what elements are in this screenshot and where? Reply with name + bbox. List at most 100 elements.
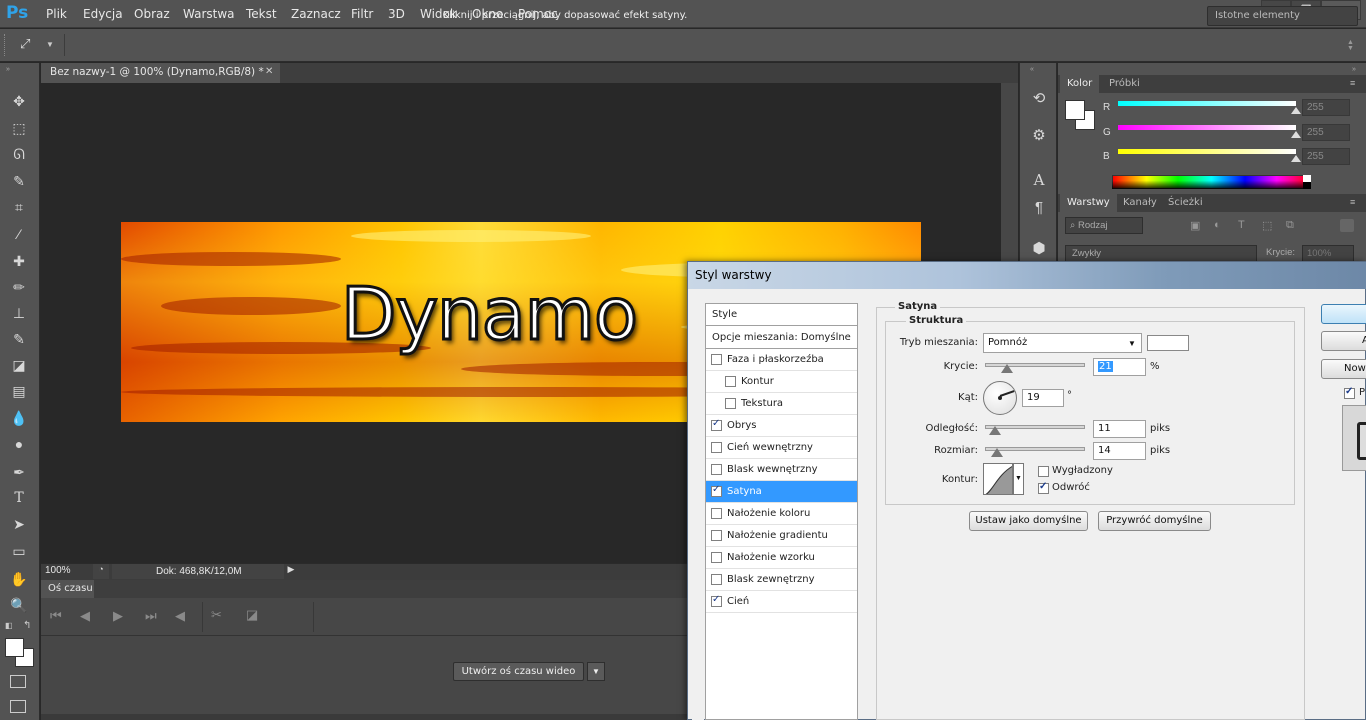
blue-slider-thumb[interactable] xyxy=(1291,155,1301,162)
zoom-field[interactable]: 100% xyxy=(43,564,91,579)
refresh-icon[interactable]: ◔ xyxy=(93,564,109,579)
style-item-2[interactable]: Tekstura xyxy=(706,393,857,415)
green-slider-thumb[interactable] xyxy=(1291,131,1301,138)
chevron-down-icon[interactable]: ▼ xyxy=(1128,339,1136,348)
styles-header[interactable]: Style xyxy=(706,304,857,326)
move-tool-icon[interactable]: ✥ xyxy=(8,90,30,112)
style-checkbox[interactable] xyxy=(725,376,736,387)
eraser-tool-icon[interactable]: ◪ xyxy=(8,354,30,376)
style-checkbox[interactable] xyxy=(711,530,722,541)
shape-filter-icon[interactable]: ⬚ xyxy=(1262,219,1272,232)
blue-slider[interactable] xyxy=(1118,149,1296,154)
style-checkbox[interactable] xyxy=(711,574,722,585)
collapse-icon[interactable]: » xyxy=(1352,66,1356,73)
satin-color-swatch[interactable] xyxy=(1147,335,1189,351)
tab-channels[interactable]: Kanały xyxy=(1116,194,1164,212)
size-field[interactable]: 14 xyxy=(1093,442,1146,460)
default-colors-icon[interactable]: ◧ xyxy=(5,621,13,630)
style-checkbox[interactable] xyxy=(711,508,722,519)
style-item-11[interactable]: Cień xyxy=(706,591,857,613)
opacity-slider[interactable] xyxy=(985,363,1085,367)
red-slider[interactable] xyxy=(1118,101,1296,106)
previous-frame-icon[interactable]: ◀ xyxy=(80,608,90,624)
path-selection-tool-icon[interactable]: ➤ xyxy=(8,513,30,535)
healing-brush-tool-icon[interactable]: ✚ xyxy=(8,250,30,272)
history-brush-tool-icon[interactable]: ✎ xyxy=(8,328,30,350)
chevron-down-icon[interactable]: ▼ xyxy=(587,662,605,681)
style-item-8[interactable]: Nałożenie gradientu xyxy=(706,525,857,547)
hand-tool-icon[interactable]: ✋ xyxy=(8,568,30,590)
chevron-right-icon[interactable]: ▶ xyxy=(284,564,298,579)
antialiased-checkbox[interactable] xyxy=(1038,466,1049,477)
size-slider-thumb[interactable] xyxy=(991,448,1003,457)
type-tool-icon[interactable]: T xyxy=(8,487,30,509)
style-item-5[interactable]: Blask wewnętrzny xyxy=(706,459,857,481)
style-checkbox[interactable] xyxy=(711,464,722,475)
style-checkbox[interactable] xyxy=(711,354,722,365)
first-frame-icon[interactable]: ⏮ xyxy=(50,608,62,624)
collapse-icon[interactable]: » xyxy=(6,66,10,73)
audio-icon[interactable]: ◀ xyxy=(175,608,185,624)
dodge-tool-icon[interactable]: ● xyxy=(8,433,30,455)
style-checkbox[interactable] xyxy=(711,594,722,607)
layer-blend-mode-select[interactable]: Zwykły xyxy=(1065,245,1257,262)
black-swatch[interactable] xyxy=(1303,182,1311,189)
style-checkbox[interactable] xyxy=(725,398,736,409)
panel-menu-icon[interactable]: ≡ xyxy=(1350,197,1355,207)
reset-default-button[interactable]: Przywróć domyślne xyxy=(1098,511,1211,531)
opacity-field[interactable]: 21 xyxy=(1093,358,1146,376)
style-item-7[interactable]: Nałożenie koloru xyxy=(706,503,857,525)
angle-dial[interactable] xyxy=(983,381,1017,415)
create-video-timeline-button[interactable]: Utwórz oś czasu wideo xyxy=(453,662,584,681)
tab-layers[interactable]: Warstwy xyxy=(1060,194,1117,212)
contour-preview[interactable] xyxy=(983,463,1013,495)
image-filter-icon[interactable]: ▣ xyxy=(1190,219,1200,232)
style-checkbox[interactable] xyxy=(711,484,722,497)
style-checkbox[interactable] xyxy=(711,442,722,453)
cancel-button[interactable]: A xyxy=(1321,331,1366,351)
opacity-slider-thumb[interactable] xyxy=(1001,364,1013,373)
layer-filter-select[interactable]: ⌕ Rodzaj xyxy=(1065,217,1143,234)
scissors-icon[interactable]: ✂ xyxy=(211,607,222,623)
crop-tool-icon[interactable]: ⌗ xyxy=(8,196,30,218)
distance-slider-thumb[interactable] xyxy=(989,426,1001,435)
blend-mode-select[interactable]: Pomnóż xyxy=(983,333,1142,353)
options-bar-grip[interactable] xyxy=(4,34,7,56)
next-frame-icon[interactable]: ⏭ xyxy=(145,608,157,624)
blur-tool-icon[interactable]: 💧 xyxy=(8,407,30,429)
style-item-4[interactable]: Cień wewnętrzny xyxy=(706,437,857,459)
preview-checkbox[interactable] xyxy=(1344,386,1355,399)
invert-checkbox[interactable] xyxy=(1038,481,1049,494)
smart-object-filter-icon[interactable]: ⧉ xyxy=(1286,219,1294,232)
blending-options-item[interactable]: Opcje mieszania: Domyślne xyxy=(706,327,857,349)
marquee-tool-icon[interactable]: ⬚ xyxy=(8,117,30,139)
style-item-3[interactable]: Obrys xyxy=(706,415,857,437)
tab-color[interactable]: Kolor xyxy=(1060,75,1100,93)
screen-mode-icon[interactable] xyxy=(10,700,26,713)
chevron-down-icon[interactable]: ▼ xyxy=(46,40,54,49)
document-tab[interactable]: Bez nazwy-1 @ 100% (Dynamo,RGB/8) * xyxy=(41,63,280,83)
style-item-10[interactable]: Blask zewnętrzny xyxy=(706,569,857,591)
style-item-9[interactable]: Nałożenie wzorku xyxy=(706,547,857,569)
angle-field[interactable]: 19 xyxy=(1022,389,1064,407)
style-item-6[interactable]: Satyna xyxy=(706,481,857,503)
style-item-0[interactable]: Faza i płaskorzeźba xyxy=(706,349,857,371)
layer-opacity-field[interactable]: 100% xyxy=(1302,245,1354,262)
blue-value-field[interactable]: 255 xyxy=(1302,148,1350,165)
close-icon[interactable]: ✕ xyxy=(265,66,273,77)
filter-toggle[interactable] xyxy=(1340,219,1354,232)
red-value-field[interactable]: 255 xyxy=(1302,99,1350,116)
gradient-tool-icon[interactable]: ▤ xyxy=(8,380,30,402)
tab-timeline[interactable]: Oś czasu xyxy=(41,580,94,598)
workspace-select[interactable]: Istotne elementy xyxy=(1207,6,1358,26)
character-panel-icon[interactable]: A xyxy=(1028,169,1050,191)
transition-icon[interactable]: ◪ xyxy=(246,607,258,623)
panel-menu-icon[interactable]: ≡ xyxy=(1350,78,1355,88)
tab-swatches[interactable]: Próbki xyxy=(1102,75,1147,93)
brush-tool-icon[interactable]: ✏ xyxy=(8,276,30,298)
pen-tool-icon[interactable]: ✒ xyxy=(8,461,30,483)
distance-field[interactable]: 11 xyxy=(1093,420,1146,438)
eyedropper-tool-icon[interactable]: ⁄ xyxy=(8,223,30,245)
history-panel-icon[interactable]: ⟲ xyxy=(1028,88,1050,110)
tab-paths[interactable]: Ścieżki xyxy=(1161,194,1210,212)
